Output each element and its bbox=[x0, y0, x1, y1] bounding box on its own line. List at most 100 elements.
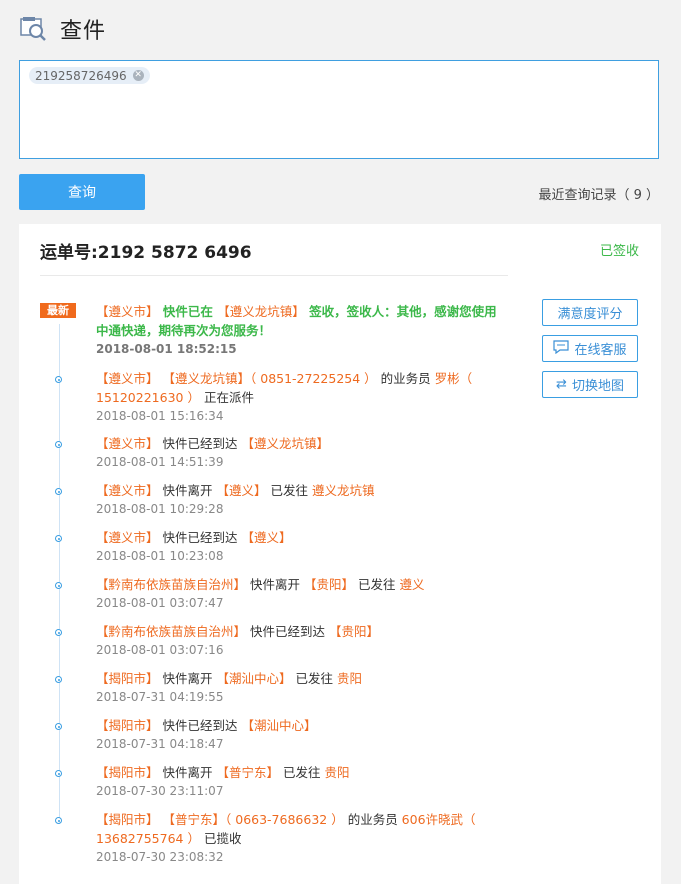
recent-queries-link[interactable]: 最近查询记录（ 9 ） bbox=[538, 184, 659, 203]
waybill-input[interactable]: 219258726496 ✕ bbox=[19, 60, 659, 159]
timeline-event: 【黔南布依族苗族自治州】 快件离开 【贵阳】 已发往 遵义 2018-08-01 … bbox=[96, 575, 506, 612]
event-text-segment: 【遵义市】 bbox=[96, 436, 159, 451]
latest-badge: 最新 bbox=[40, 303, 76, 318]
event-text-segment: 606许晓武 bbox=[401, 812, 464, 827]
event-text-segment: 正在派件 bbox=[199, 390, 254, 405]
event-text-segment: 【贵阳】 bbox=[328, 624, 379, 639]
rating-button[interactable]: 满意度评分 bbox=[542, 299, 638, 326]
rating-button-label: 满意度评分 bbox=[557, 307, 623, 322]
event-text-segment: 快件离开 bbox=[158, 765, 217, 780]
event-text-segment: 【普宁东】 bbox=[216, 765, 279, 780]
timeline-dot bbox=[55, 676, 62, 683]
event-text-segment: 【揭阳市】 bbox=[96, 765, 159, 780]
event-text-segment: 已发往 bbox=[278, 765, 325, 780]
timeline-event: 【揭阳市】 快件离开 【普宁东】 已发往 贵阳 2018-07-30 23:11:… bbox=[96, 763, 506, 800]
event-text-segment: 快件已经到达 bbox=[158, 530, 242, 545]
timeline-line bbox=[59, 324, 60, 824]
timeline-event: 【揭阳市】 快件离开 【潮汕中心】 已发往 贵阳 2018-07-31 04:19… bbox=[96, 669, 506, 706]
event-text-segment: 【黔南布依族苗族自治州】 bbox=[96, 577, 247, 592]
timeline-event: 【遵义市】 快件已经到达 【遵义龙坑镇】 2018-08-01 14:51:39 bbox=[96, 434, 506, 471]
event-text-segment: 【揭阳市】 bbox=[96, 812, 159, 827]
event-text-segment: 【遵义龙坑镇】 bbox=[217, 304, 305, 319]
event-time: 2018-08-01 15:16:34 bbox=[96, 409, 224, 423]
event-text-segment: 【普宁东】 bbox=[162, 812, 226, 827]
event-text-segment: 【遵义市】 bbox=[96, 483, 159, 498]
event-text-segment: 遵义 bbox=[399, 577, 425, 592]
event-text-segment: 【潮汕中心】 bbox=[216, 671, 292, 686]
event-text-segment: 快件已经到达 bbox=[158, 718, 242, 733]
timeline-dot bbox=[55, 723, 62, 730]
event-time: 2018-07-31 04:19:55 bbox=[96, 690, 224, 704]
close-icon[interactable]: ✕ bbox=[132, 70, 144, 81]
timeline-event-latest: 【遵义市】 快件已在 【遵义龙坑镇】 签收，签收人：其他，感谢您使用中通快递，期… bbox=[96, 302, 506, 358]
timeline-event: 【遵义市】 快件已经到达 【遵义】 2018-08-01 10:23:08 bbox=[96, 528, 506, 565]
event-text-segment: 【遵义】 bbox=[216, 483, 267, 498]
search-parcel-icon bbox=[20, 17, 46, 41]
event-time: 2018-08-01 10:23:08 bbox=[96, 549, 224, 563]
event-description: 【遵义市】 快件已经到达 【遵义龙坑镇】 bbox=[96, 434, 506, 453]
online-service-button[interactable]: 在线客服 bbox=[542, 335, 638, 362]
event-time: 2018-08-01 03:07:16 bbox=[96, 643, 224, 657]
tracking-card: 运单号:2192 5872 6496 已签收 最新 【遵义市】 快件已在 【遵义… bbox=[19, 224, 661, 884]
event-text-segment: 贵阳 bbox=[324, 765, 350, 780]
switch-map-button[interactable]: ⇄ 切换地图 bbox=[542, 371, 638, 398]
divider bbox=[40, 275, 508, 276]
chat-icon bbox=[553, 339, 570, 358]
timeline-dot bbox=[55, 441, 62, 448]
event-description: 【遵义市】 快件已经到达 【遵义】 bbox=[96, 528, 506, 547]
event-text-segment: 已发往 bbox=[291, 671, 337, 686]
event-time: 2018-07-30 23:11:07 bbox=[96, 784, 224, 798]
event-text-segment: （ 0851-27225254 ） bbox=[250, 371, 377, 386]
event-description: 【遵义市】 快件离开 【遵义】 已发往 遵义龙坑镇 bbox=[96, 481, 506, 500]
event-description: 【揭阳市】 快件离开 【潮汕中心】 已发往 贵阳 bbox=[96, 669, 506, 688]
event-time: 2018-07-31 04:18:47 bbox=[96, 737, 224, 751]
event-text-segment: 贵阳 bbox=[336, 671, 362, 686]
waybill-tag-label: 219258726496 bbox=[35, 68, 127, 83]
query-button[interactable]: 查询 bbox=[19, 174, 145, 210]
event-description: 【揭阳市】 快件离开 【普宁东】 已发往 贵阳 bbox=[96, 763, 506, 782]
event-text-segment: 的业务员 bbox=[343, 812, 402, 827]
event-description: 【黔南布依族苗族自治州】 快件离开 【贵阳】 已发往 遵义 bbox=[96, 575, 506, 594]
online-service-label: 在线客服 bbox=[574, 343, 627, 358]
event-text-segment: 已发往 bbox=[266, 483, 312, 498]
event-text-segment: 快件离开 bbox=[246, 577, 304, 592]
event-time: 2018-08-01 03:07:47 bbox=[96, 596, 224, 610]
event-text-segment: 已发往 bbox=[353, 577, 400, 592]
swap-icon: ⇄ bbox=[556, 377, 567, 392]
event-text-segment: 快件离开 bbox=[158, 671, 217, 686]
event-text-segment: 已揽收 bbox=[199, 831, 242, 846]
event-time: 2018-08-01 18:52:15 bbox=[96, 342, 237, 356]
event-description: 【揭阳市】 快件已经到达 【潮汕中心】 bbox=[96, 716, 506, 735]
page-header: 查件 bbox=[20, 14, 106, 44]
timeline-event: 【揭阳市】 【普宁东】（ 0663-7686632 ） 的业务员 606许晓武（… bbox=[96, 810, 506, 866]
timeline-dot bbox=[55, 629, 62, 636]
event-text-segment: 【贵阳】 bbox=[303, 577, 354, 592]
timeline-event: 【遵义市】 快件离开 【遵义】 已发往 遵义龙坑镇 2018-08-01 10:2… bbox=[96, 481, 506, 518]
timeline-dot bbox=[55, 817, 62, 824]
status-badge: 已签收 bbox=[599, 244, 639, 259]
event-text-segment: 的业务员 bbox=[376, 371, 435, 386]
timeline-dot bbox=[55, 770, 62, 777]
timeline-event: 【遵义市】 【遵义龙坑镇】（ 0851-27225254 ） 的业务员 罗彬（ … bbox=[96, 369, 506, 425]
timeline-dot bbox=[55, 535, 62, 542]
event-text-segment: 遵义龙坑镇 bbox=[311, 483, 375, 498]
timeline-event: 【揭阳市】 快件已经到达 【潮汕中心】 2018-07-31 04:18:47 bbox=[96, 716, 506, 753]
waybill-tag: 219258726496 ✕ bbox=[29, 67, 150, 84]
event-text-segment: 罗彬 bbox=[434, 371, 460, 386]
timeline-event: 【黔南布依族苗族自治州】 快件已经到达 【贵阳】 2018-08-01 03:07… bbox=[96, 622, 506, 659]
event-text-segment: 【遵义】 bbox=[241, 530, 292, 545]
event-description: 【揭阳市】 【普宁东】（ 0663-7686632 ） 的业务员 606许晓武（… bbox=[96, 810, 506, 848]
event-text-segment: 【遵义龙坑镇】 bbox=[241, 436, 329, 451]
event-text-segment: （ 0663-7686632 ） bbox=[225, 812, 344, 827]
timeline-dot bbox=[55, 582, 62, 589]
event-text-segment: 【揭阳市】 bbox=[96, 718, 159, 733]
event-text-segment: 【黔南布依族苗族自治州】 bbox=[96, 624, 247, 639]
timeline-dot bbox=[55, 488, 62, 495]
event-text-segment: 快件已经到达 bbox=[158, 436, 242, 451]
event-description: 【遵义市】 快件已在 【遵义龙坑镇】 签收，签收人：其他，感谢您使用中通快递，期… bbox=[96, 302, 506, 340]
event-text-segment: 【潮汕中心】 bbox=[241, 718, 317, 733]
event-text-segment: 【揭阳市】 bbox=[96, 671, 159, 686]
event-description: 【黔南布依族苗族自治州】 快件已经到达 【贵阳】 bbox=[96, 622, 506, 641]
switch-map-label: 切换地图 bbox=[571, 379, 624, 394]
event-text-segment: 【遵义龙坑镇】 bbox=[162, 371, 251, 386]
